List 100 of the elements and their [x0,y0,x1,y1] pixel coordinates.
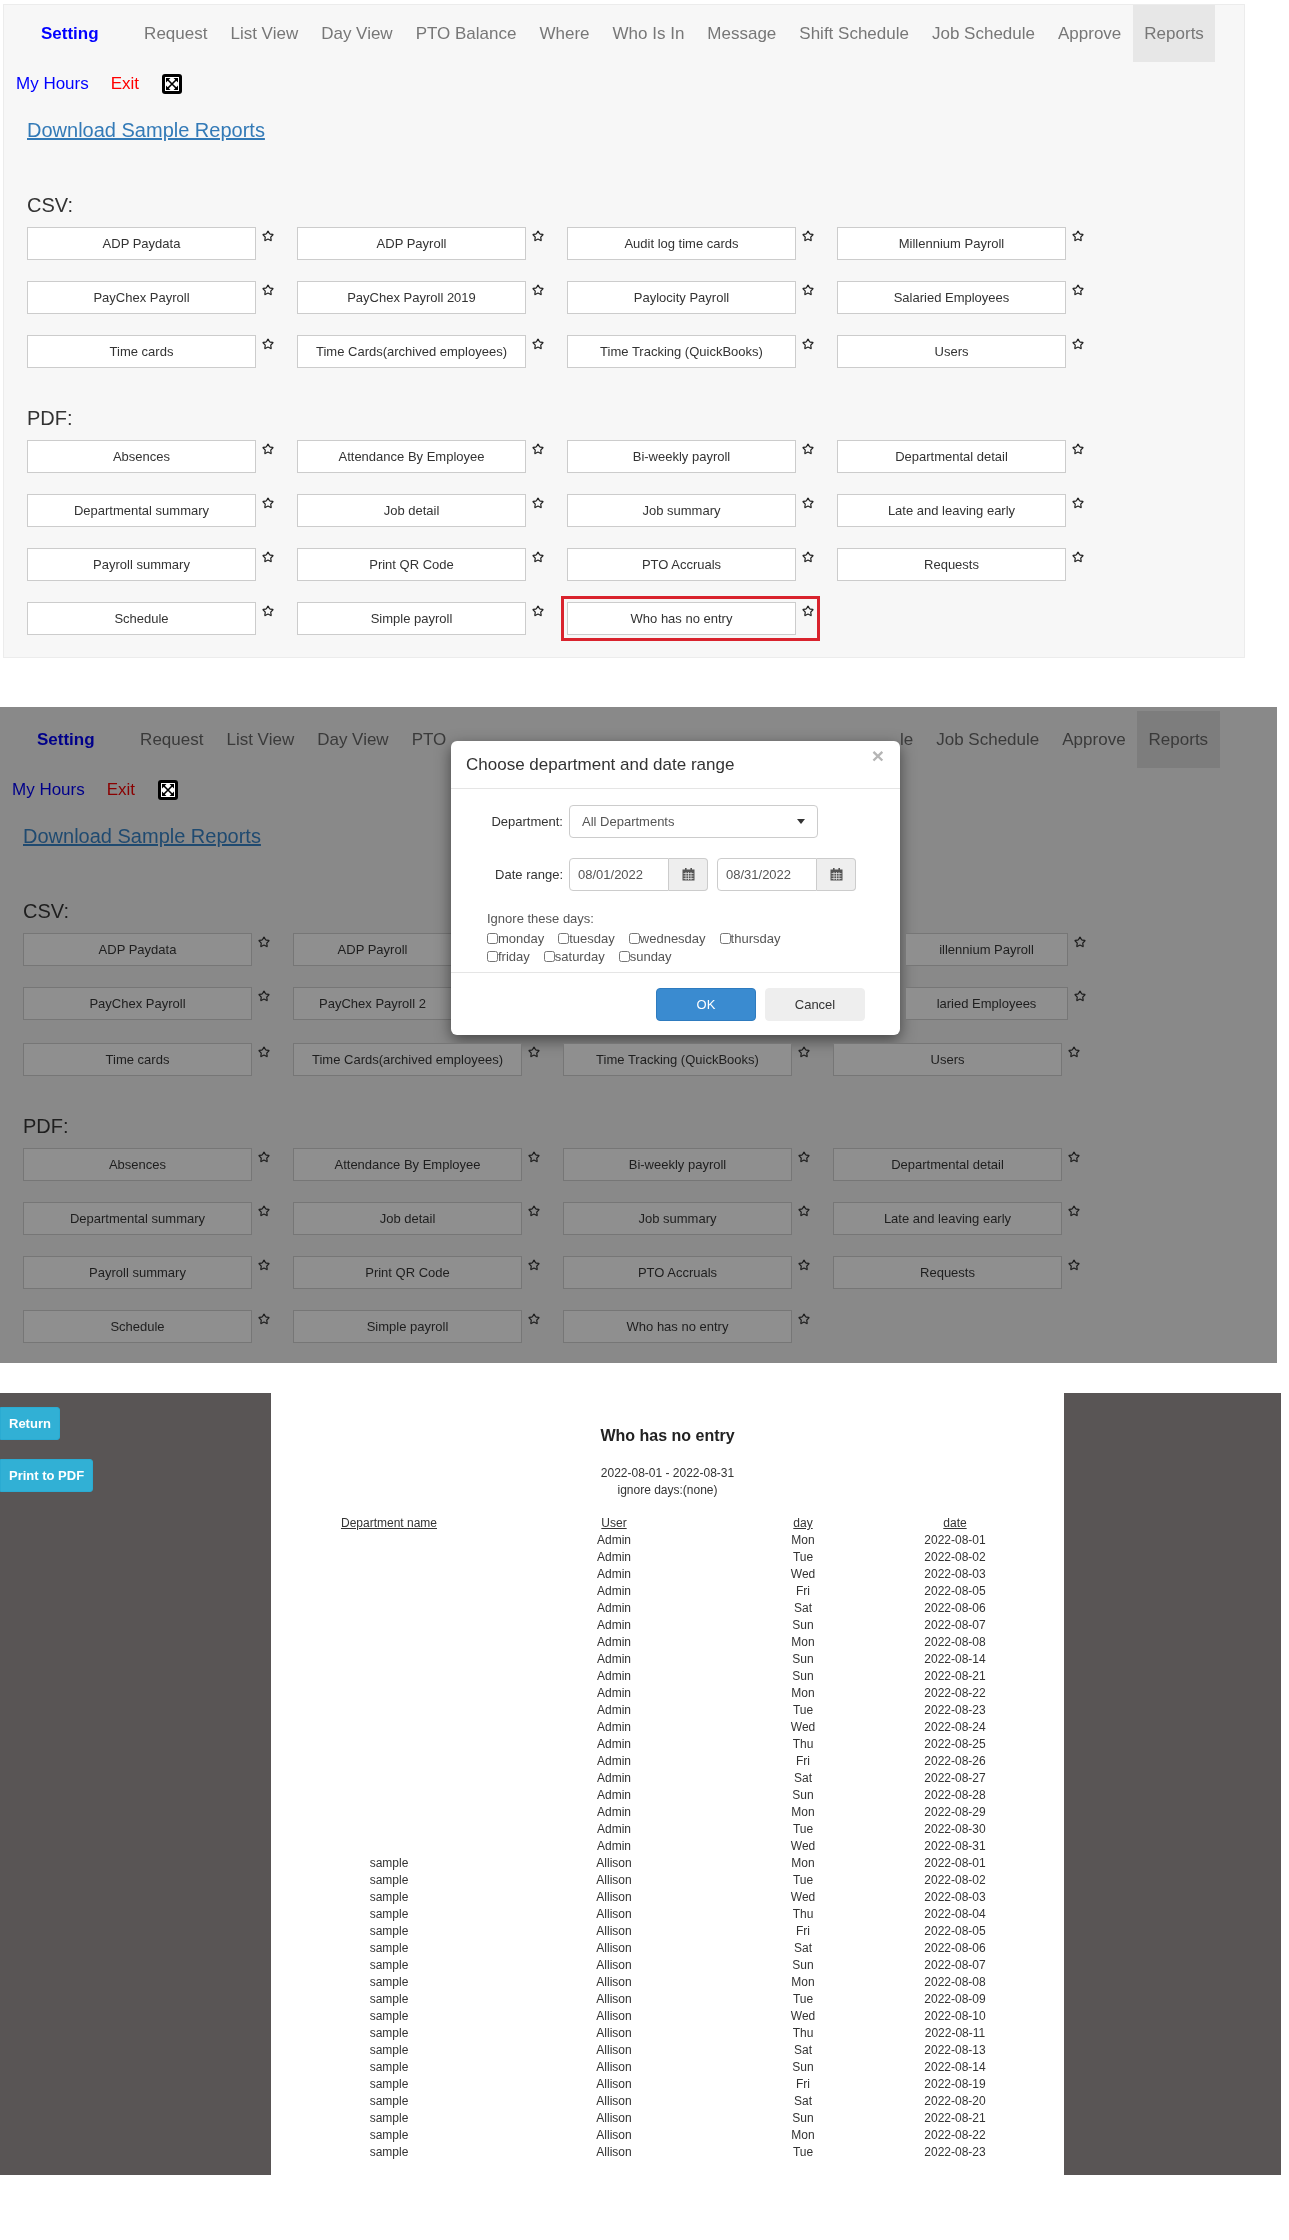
brand-link[interactable]: Setting [0,711,129,768]
nav-tab[interactable]: List View [218,5,310,62]
star-icon[interactable] [528,1046,540,1058]
column-header[interactable]: date [943,1515,967,1532]
star-icon[interactable] [528,1313,540,1325]
star-icon[interactable] [258,1205,270,1217]
star-icon[interactable] [528,1151,540,1163]
fullscreen-icon[interactable] [157,778,180,801]
download-link[interactable]: Download Sample Reports [23,824,261,848]
star-icon[interactable] [802,551,814,563]
report-button[interactable]: Schedule [27,602,256,635]
star-icon[interactable] [798,1259,810,1271]
nav-tab[interactable]: Day View [309,5,405,62]
star-icon[interactable] [802,230,814,242]
nav-tab[interactable]: Approve [1050,711,1138,768]
star-icon[interactable] [802,338,814,350]
nav-tab[interactable]: Shift Schedule [787,5,921,62]
star-icon[interactable] [258,1151,270,1163]
report-button[interactable]: Late and leaving early [837,494,1066,527]
star-icon[interactable] [1072,284,1084,296]
star-icon[interactable] [262,497,274,509]
nav-link[interactable]: Exit [106,779,158,800]
star-icon[interactable] [1068,1205,1080,1217]
nav-tab[interactable]: Job Schedule [924,711,1051,768]
report-button[interactable]: Attendance By Employee [297,440,526,473]
department-select[interactable]: All Departments [569,805,818,838]
nav-tab[interactable]: Request [132,5,219,62]
star-icon[interactable] [532,284,544,296]
star-icon[interactable] [1072,443,1084,455]
report-button[interactable]: Schedule [23,1310,252,1343]
checkbox[interactable] [628,933,640,944]
nav-tab[interactable]: PTO Balance [404,5,528,62]
nav-tab[interactable]: Request [128,711,215,768]
star-icon[interactable] [1074,990,1086,1002]
star-icon[interactable] [258,1259,270,1271]
report-button[interactable]: illennium Payroll [906,933,1068,966]
star-icon[interactable] [1072,230,1084,242]
report-button[interactable]: Job summary [563,1202,792,1235]
star-icon[interactable] [798,1046,810,1058]
report-button[interactable]: Bi-weekly payroll [567,440,796,473]
report-button[interactable]: Print QR Code [297,548,526,581]
star-icon[interactable] [1072,551,1084,563]
star-icon[interactable] [262,338,274,350]
report-button[interactable]: Bi-weekly payroll [563,1148,792,1181]
nav-tab[interactable]: Message [695,5,788,62]
report-button[interactable]: Who has no entry [563,1310,792,1343]
report-button[interactable]: PayChex Payroll 2019 [297,281,526,314]
report-button[interactable]: ADP Paydata [23,933,252,966]
report-button[interactable]: Salaried Employees [837,281,1066,314]
nav-link[interactable]: My Hours [12,779,107,800]
nav-tab[interactable]: Who Is In [601,5,696,62]
ok-button[interactable]: OK [656,988,756,1021]
report-button[interactable]: PTO Accruals [567,548,796,581]
checkbox[interactable] [719,933,731,944]
star-icon[interactable] [1074,936,1086,948]
column-header[interactable]: User [601,1515,627,1532]
star-icon[interactable] [532,230,544,242]
star-icon[interactable] [532,443,544,455]
report-button[interactable]: Users [837,335,1066,368]
star-icon[interactable] [528,1205,540,1217]
report-button[interactable]: Late and leaving early [833,1202,1062,1235]
report-button[interactable]: laried Employees [906,987,1068,1020]
date-field[interactable]: 08/01/2022 [569,858,669,891]
report-button[interactable]: Job detail [297,494,526,527]
report-button[interactable]: Millennium Payroll [837,227,1066,260]
star-icon[interactable] [1072,338,1084,350]
report-button[interactable]: Absences [27,440,256,473]
nav-tab[interactable]: PTO [400,711,447,768]
report-button[interactable]: ADP Payroll [297,227,526,260]
report-button[interactable]: Attendance By Employee [293,1148,522,1181]
star-icon[interactable] [802,443,814,455]
report-button[interactable]: Simple payroll [297,602,526,635]
star-icon[interactable] [532,338,544,350]
report-button[interactable]: Time Tracking (QuickBooks) [563,1043,792,1076]
nav-tab[interactable]: Day View [305,711,401,768]
checkbox[interactable] [558,933,570,944]
star-icon[interactable] [258,990,270,1002]
report-button[interactable]: ADP Payroll [293,933,451,966]
cancel-button[interactable]: Cancel [765,988,865,1021]
report-button[interactable]: PTO Accruals [563,1256,792,1289]
calendar-button[interactable] [669,858,708,891]
report-button[interactable]: Time cards [27,335,256,368]
report-button[interactable]: PayChex Payroll [27,281,256,314]
report-button[interactable]: Who has no entry [567,602,796,635]
column-header[interactable]: day [793,1515,813,1532]
download-link[interactable]: Download Sample Reports [27,118,265,142]
report-button[interactable]: Payroll summary [23,1256,252,1289]
nav-tab[interactable]: Approve [1046,5,1133,62]
star-icon[interactable] [532,551,544,563]
report-button[interactable]: Audit log time cards [567,227,796,260]
date-field[interactable]: 08/31/2022 [717,858,817,891]
nav-tab[interactable]: Job Schedule [920,5,1047,62]
star-icon[interactable] [798,1205,810,1217]
nav-link[interactable]: Exit [110,73,162,94]
star-icon[interactable] [802,284,814,296]
star-icon[interactable] [262,230,274,242]
star-icon[interactable] [262,443,274,455]
calendar-button[interactable] [817,858,856,891]
report-button[interactable]: Absences [23,1148,252,1181]
star-icon[interactable] [528,1259,540,1271]
